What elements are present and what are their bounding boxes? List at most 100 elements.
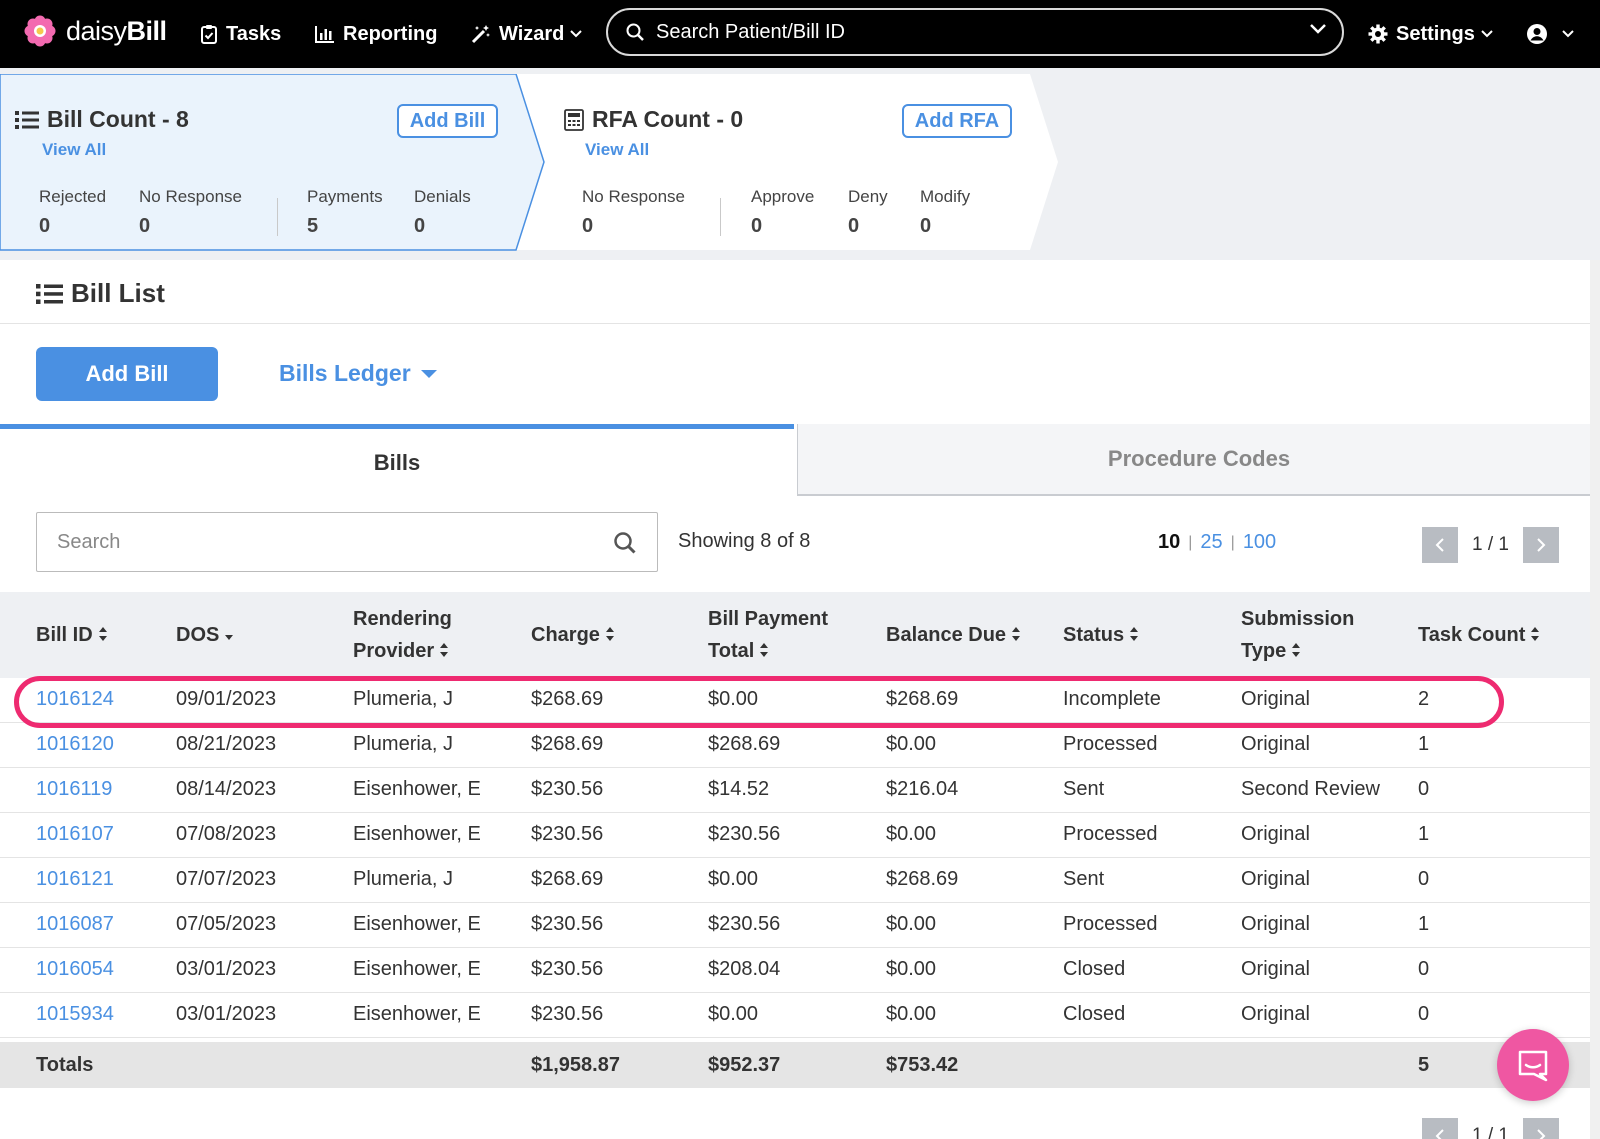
user-menu[interactable] [1526, 20, 1574, 48]
provider-cell: Plumeria, J [353, 733, 454, 755]
pagination-top: 1 / 1 [1422, 527, 1559, 563]
submission-type-cell: Original [1241, 688, 1310, 710]
bill-id-link[interactable]: 1016107 [36, 823, 114, 846]
bills-ledger-dropdown[interactable]: Bills Ledger [279, 360, 437, 387]
table-row[interactable]: 1016087 07/05/2023 Eisenhower, E $230.56… [0, 903, 1600, 948]
bill-id-link[interactable]: 1016087 [36, 913, 114, 936]
rfa-stat-approve[interactable]: Approve 0 [751, 187, 814, 238]
chevron-down-icon [1481, 30, 1493, 38]
nav-tasks[interactable]: Tasks [200, 20, 281, 48]
submission-type-cell: Original [1241, 1003, 1310, 1025]
payment-cell: $208.04 [708, 958, 781, 980]
table-row[interactable]: 1016124 09/01/2023 Plumeria, J $268.69 $… [0, 678, 1600, 723]
stat-no-response[interactable]: No Response 0 [139, 187, 242, 238]
balance-cell: $268.69 [886, 688, 959, 710]
prev-page-button[interactable] [1422, 1118, 1458, 1139]
brand-name: daisyBill [66, 15, 167, 46]
showing-count: Showing 8 of 8 [678, 530, 811, 552]
nav-wizard[interactable]: Wizard [471, 20, 583, 48]
chevron-down-icon [570, 30, 583, 38]
provider-cell: Eisenhower, E [353, 1003, 481, 1025]
col-submission-type[interactable]: Submission Type [1241, 603, 1354, 667]
balance-cell: $0.00 [886, 733, 937, 755]
col-charge[interactable]: Charge [531, 619, 615, 651]
table-row[interactable]: 1016120 08/21/2023 Plumeria, J $268.69 $… [0, 723, 1600, 768]
charge-cell: $268.69 [531, 688, 604, 710]
status-cell: Incomplete [1063, 688, 1161, 710]
dos-cell: 08/21/2023 [176, 733, 277, 755]
rfa-view-all-link[interactable]: View All [585, 140, 649, 160]
table-row[interactable]: 1016121 07/07/2023 Plumeria, J $268.69 $… [0, 858, 1600, 903]
table-row[interactable]: 1016107 07/08/2023 Eisenhower, E $230.56… [0, 813, 1600, 858]
chat-launcher-button[interactable] [1497, 1029, 1569, 1101]
totals-label: Totals [36, 1054, 94, 1076]
table-row[interactable]: 1016119 08/14/2023 Eisenhower, E $230.56… [0, 768, 1600, 813]
stat-rejected[interactable]: Rejected 0 [39, 187, 106, 238]
totals-row: Totals $1,958.87 $952.37 $753.42 5 [0, 1042, 1600, 1088]
prev-page-button[interactable] [1422, 527, 1458, 563]
submission-type-cell: Original [1241, 958, 1310, 980]
bill-id-link[interactable]: 1015934 [36, 1003, 114, 1026]
payment-cell: $0.00 [708, 868, 759, 890]
rfa-stat-no-response[interactable]: No Response 0 [582, 187, 685, 238]
dos-cell: 09/01/2023 [176, 688, 277, 710]
payment-cell: $230.56 [708, 913, 781, 935]
provider-cell: Plumeria, J [353, 688, 454, 710]
task-count-cell: 0 [1418, 958, 1430, 980]
add-bill-card-button[interactable]: Add Bill [397, 104, 498, 138]
rfa-stat-deny[interactable]: Deny 0 [848, 187, 888, 238]
bill-id-link[interactable]: 1016121 [36, 868, 114, 891]
stat-denials[interactable]: Denials 0 [414, 187, 471, 238]
next-page-button[interactable] [1522, 527, 1559, 563]
bill-id-link[interactable]: 1016124 [36, 688, 114, 711]
patient-search-bar[interactable]: Search Patient/Bill ID [606, 8, 1344, 56]
tab-procedure-codes[interactable]: Procedure Codes [797, 424, 1600, 496]
page-scrollbar[interactable] [1590, 260, 1600, 1139]
next-page-button[interactable] [1522, 1118, 1559, 1139]
bill-id-link[interactable]: 1016054 [36, 958, 114, 981]
search-icon[interactable] [613, 531, 637, 555]
col-bill-id[interactable]: Bill ID [36, 619, 108, 651]
table-header: Bill ID DOS Rendering Provider Charge Bil… [0, 592, 1600, 678]
tab-bills[interactable]: Bills [0, 424, 794, 496]
charge-cell: $230.56 [531, 958, 604, 980]
per-page-25[interactable]: 25 [1200, 531, 1222, 554]
col-task-count[interactable]: Task Count [1418, 619, 1540, 651]
add-bill-button[interactable]: Add Bill [36, 347, 218, 401]
provider-cell: Plumeria, J [353, 868, 454, 890]
per-page-10[interactable]: 10 [1158, 531, 1180, 554]
per-page-100[interactable]: 100 [1243, 531, 1276, 554]
col-status[interactable]: Status [1063, 619, 1139, 651]
table-row[interactable]: 1015934 03/01/2023 Eisenhower, E $230.56… [0, 993, 1600, 1038]
table-search-input[interactable] [57, 530, 577, 554]
provider-cell: Eisenhower, E [353, 823, 481, 845]
nav-settings[interactable]: Settings [1368, 20, 1493, 48]
sort-icon [1012, 626, 1021, 641]
bill-id-link[interactable]: 1016119 [36, 778, 112, 801]
payment-cell: $0.00 [708, 1003, 759, 1025]
stat-payments[interactable]: Payments 5 [307, 187, 383, 238]
logo[interactable]: daisyBill [24, 15, 167, 47]
col-balance-due[interactable]: Balance Due [886, 619, 1021, 651]
bill-view-all-link[interactable]: View All [42, 140, 106, 160]
col-rendering-provider[interactable]: Rendering Provider [353, 603, 452, 667]
bill-list-header: Bill List [0, 260, 1600, 324]
patient-search-placeholder: Search Patient/Bill ID [656, 20, 845, 43]
rfa-stat-modify[interactable]: Modify 0 [920, 187, 970, 238]
col-dos[interactable]: DOS [176, 619, 234, 651]
dos-cell: 03/01/2023 [176, 958, 277, 980]
balance-cell: $0.00 [886, 958, 937, 980]
clipboard-check-icon [201, 25, 217, 44]
status-cell: Sent [1063, 868, 1105, 890]
chevron-down-icon[interactable] [1310, 24, 1326, 34]
nav-reporting-label: Reporting [343, 22, 438, 45]
balance-cell: $0.00 [886, 1003, 937, 1025]
add-rfa-button[interactable]: Add RFA [902, 104, 1012, 138]
col-bill-payment-total[interactable]: Bill Payment Total [708, 603, 828, 667]
status-cell: Processed [1063, 823, 1158, 845]
pagination-bottom: 1 / 1 [1422, 1118, 1559, 1139]
nav-reporting[interactable]: Reporting [315, 20, 437, 48]
provider-cell: Eisenhower, E [353, 778, 481, 800]
bill-id-link[interactable]: 1016120 [36, 733, 114, 756]
table-row[interactable]: 1016054 03/01/2023 Eisenhower, E $230.56… [0, 948, 1600, 993]
